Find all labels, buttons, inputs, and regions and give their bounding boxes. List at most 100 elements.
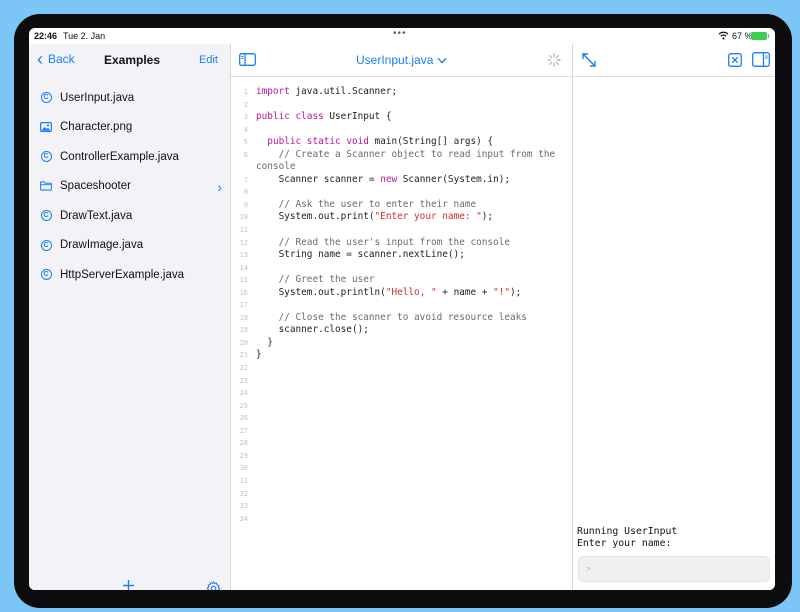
code-line[interactable]: 15 // Greet the user xyxy=(231,274,573,287)
code-editor: UserInput.java 1 import java.util.Scanner… xyxy=(231,44,573,590)
clear-console-icon[interactable] xyxy=(728,53,742,67)
file-item-drawtext[interactable]: C DrawText.java xyxy=(29,201,231,231)
file-item-label: HttpServerExample.java xyxy=(60,268,184,281)
code-line[interactable]: 33 xyxy=(231,500,573,513)
line-number: 16 xyxy=(239,288,248,297)
code-line[interactable]: 3 public class UserInput { xyxy=(231,111,573,124)
code-line[interactable]: 34 xyxy=(231,513,573,526)
java-class-icon: C xyxy=(40,269,52,281)
code-line[interactable]: 21} xyxy=(231,349,573,362)
code-text: String name = scanner.nextLine(); xyxy=(256,249,465,261)
code-line[interactable]: 9 // Ask the user to enter their name xyxy=(231,199,573,212)
status-date: Tue 2. Jan xyxy=(63,31,106,41)
line-number: 33 xyxy=(239,502,248,511)
sidebar-left-icon[interactable] xyxy=(239,53,256,66)
code-line[interactable]: 4 xyxy=(231,124,573,137)
filename-dropdown[interactable]: UserInput.java xyxy=(356,53,447,67)
status-bar: 22:46 Tue 2. Jan ••• 67 % xyxy=(29,28,775,44)
code-line[interactable]: 14 xyxy=(231,262,573,275)
code-text: scanner.close(); xyxy=(256,324,369,336)
file-item-character[interactable]: Character.png xyxy=(29,113,231,143)
add-file-button[interactable] xyxy=(122,577,135,590)
line-number: 2 xyxy=(243,100,248,109)
code-area[interactable]: 1 import java.util.Scanner; 2 3 public class… xyxy=(231,86,573,525)
wifi-icon xyxy=(718,31,729,40)
code-line[interactable]: 18 // Close the scanner to avoid resourc… xyxy=(231,312,573,325)
code-line[interactable]: 22 xyxy=(231,362,573,375)
code-text: // Close the scanner to avoid resource l… xyxy=(256,311,527,323)
file-item-controllerexample[interactable]: C ControllerExample.java xyxy=(29,142,231,172)
line-number: 9 xyxy=(243,200,248,209)
line-number: 19 xyxy=(239,326,248,335)
code-text: import java.util.Scanner; xyxy=(256,86,398,97)
code-line[interactable]: 25 xyxy=(231,400,573,413)
java-class-icon: C xyxy=(40,239,52,251)
battery-percent: 67 % xyxy=(732,31,753,41)
file-item-drawimage[interactable]: C DrawImage.java xyxy=(29,231,231,261)
code-text: System.out.println("Hello, " + name + "!… xyxy=(256,286,522,298)
gear-icon[interactable] xyxy=(206,581,221,590)
code-line[interactable]: 12 // Read the user's input from the con… xyxy=(231,237,573,250)
code-line[interactable]: 26 xyxy=(231,412,573,425)
code-line[interactable]: 32 xyxy=(231,488,573,501)
file-list: C UserInput.java Character.png C Control… xyxy=(29,83,231,290)
multitask-dots[interactable]: ••• xyxy=(393,28,407,39)
code-text: // Greet the user xyxy=(256,274,375,286)
code-line[interactable]: 10 System.out.print("Enter your name: ")… xyxy=(231,211,573,224)
sidebar-right-icon[interactable] xyxy=(752,52,770,67)
back-button[interactable]: ‹ Back xyxy=(37,50,75,68)
code-line[interactable]: 29 xyxy=(231,450,573,463)
status-time: 22:46 xyxy=(34,31,58,41)
code-line[interactable]: 28 xyxy=(231,437,573,450)
console-output: Running UserInput Enter your name: xyxy=(577,526,678,549)
sidebar-title: Examples xyxy=(104,53,161,67)
console-panel: Running UserInput Enter your name: > xyxy=(573,44,775,590)
chevron-right-icon: › xyxy=(217,178,222,195)
line-number: 18 xyxy=(239,313,248,322)
code-line[interactable]: 19 scanner.close(); xyxy=(231,324,573,337)
activity-spinner-icon xyxy=(547,53,561,67)
battery-charging-icon xyxy=(751,32,769,40)
java-class-icon: C xyxy=(40,92,52,104)
file-item-label: UserInput.java xyxy=(60,91,135,104)
line-number: 34 xyxy=(239,514,248,523)
screen: 22:46 Tue 2. Jan ••• 67 % ‹ Back Example… xyxy=(29,28,775,590)
line-number: 3 xyxy=(243,113,248,122)
code-line[interactable]: 5 public static void main(String[] args)… xyxy=(231,136,573,149)
code-line[interactable]: 23 xyxy=(231,375,573,388)
code-text: } xyxy=(256,349,262,361)
line-number: 20 xyxy=(239,338,248,347)
file-item-label: Spaceshooter xyxy=(60,180,131,193)
code-line[interactable]: 30 xyxy=(231,462,573,475)
line-number: 24 xyxy=(239,389,248,398)
code-line[interactable]: 16 System.out.println("Hello, " + name +… xyxy=(231,287,573,300)
folder-item-spaceshooter[interactable]: Spaceshooter › xyxy=(29,172,231,202)
code-line[interactable]: 6 // Create a Scanner object to read inp… xyxy=(231,149,573,174)
code-text: public class UserInput { xyxy=(256,111,392,123)
code-line[interactable]: 31 xyxy=(231,475,573,488)
expand-arrows-icon[interactable] xyxy=(581,52,597,68)
line-number: 28 xyxy=(239,439,248,448)
file-item-httpserverexample[interactable]: C HttpServerExample.java xyxy=(29,260,231,290)
code-text: // Read the user's input from the consol… xyxy=(256,236,510,248)
line-number: 15 xyxy=(239,276,248,285)
code-text: } xyxy=(256,336,273,348)
edit-button[interactable]: Edit xyxy=(199,54,218,66)
line-number: 5 xyxy=(243,138,248,147)
file-item-userinput[interactable]: C UserInput.java xyxy=(29,83,231,113)
code-line[interactable]: 20 } xyxy=(231,337,573,350)
code-line[interactable]: 27 xyxy=(231,425,573,438)
code-line[interactable]: 8 xyxy=(231,186,573,199)
code-line[interactable]: 17 xyxy=(231,299,573,312)
code-line[interactable]: 11 xyxy=(231,224,573,237)
line-number: 13 xyxy=(239,251,248,260)
console-input[interactable]: > xyxy=(578,556,770,582)
code-line[interactable]: 7 Scanner scanner = new Scanner(System.i… xyxy=(231,174,573,187)
plus-icon xyxy=(123,580,134,590)
code-line[interactable]: 13 String name = scanner.nextLine(); xyxy=(231,249,573,262)
code-line[interactable]: 1 import java.util.Scanner; xyxy=(231,86,573,99)
code-line[interactable]: 24 xyxy=(231,387,573,400)
code-text: // Create a Scanner object to read input… xyxy=(256,148,561,173)
code-line[interactable]: 2 xyxy=(231,99,573,112)
line-number: 23 xyxy=(239,376,248,385)
